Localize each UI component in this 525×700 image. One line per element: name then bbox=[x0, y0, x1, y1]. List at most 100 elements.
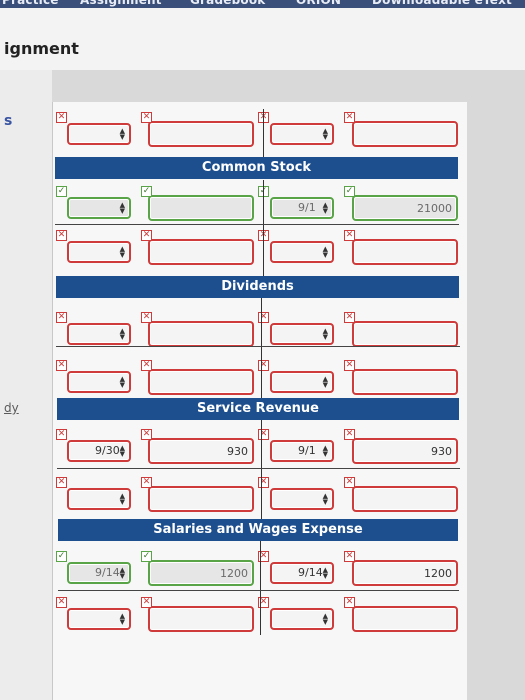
t-account-rule bbox=[261, 298, 262, 398]
side-link-fragment[interactable]: dy bbox=[4, 401, 19, 415]
date-select-right[interactable]: ▲ ▼ bbox=[270, 488, 334, 510]
amount-input-left[interactable]: 1200 bbox=[148, 560, 254, 586]
header-dividends: Dividends bbox=[56, 276, 459, 298]
amount-input-right[interactable]: 1200 bbox=[352, 560, 458, 586]
date-select-left[interactable]: 9/30 ▲ ▼ bbox=[67, 440, 131, 462]
tab-practice[interactable]: Practice bbox=[2, 0, 59, 8]
cross-icon-left-date: ✕ bbox=[56, 112, 67, 123]
cross-icon-left-amount: ✕ bbox=[141, 230, 152, 241]
date-select-right[interactable]: ▲ ▼ bbox=[270, 323, 334, 345]
date-select-right-value: 9/1 bbox=[298, 444, 316, 457]
date-select-right-value: 9/1 bbox=[298, 201, 316, 214]
amount-input-right[interactable] bbox=[352, 606, 458, 632]
cross-icon-left-amount: ✕ bbox=[141, 312, 152, 323]
select-arrows-icon: ▲ ▼ bbox=[119, 327, 125, 341]
select-arrows-icon: ▲ ▼ bbox=[322, 127, 328, 141]
amount-input-right[interactable] bbox=[352, 239, 458, 265]
amount-input-left[interactable] bbox=[148, 321, 254, 347]
cross-icon-left-amount: ✕ bbox=[141, 597, 152, 608]
date-select-left[interactable]: ▲ ▼ bbox=[67, 323, 131, 345]
date-select-right[interactable]: ▲ ▼ bbox=[270, 608, 334, 630]
select-arrows-icon: ▲ ▼ bbox=[119, 612, 125, 626]
date-select-right[interactable]: 9/1 ▲ ▼ bbox=[270, 197, 334, 219]
date-select-left[interactable]: ▲ ▼ bbox=[67, 488, 131, 510]
amount-input-left-value: 930 bbox=[227, 445, 248, 458]
tab-downloadable-etext[interactable]: Downloadable eText bbox=[372, 0, 512, 8]
cross-icon-left-amount: ✕ bbox=[141, 429, 152, 440]
cross-icon-left-date: ✕ bbox=[56, 429, 67, 440]
cross-icon-right-amount: ✕ bbox=[344, 112, 355, 123]
cross-icon-right-amount: ✕ bbox=[344, 551, 355, 562]
cross-icon-right-date: ✕ bbox=[258, 429, 269, 440]
amount-input-right[interactable]: 21000 bbox=[352, 195, 458, 221]
date-select-left[interactable]: ▲ ▼ bbox=[67, 123, 131, 145]
t-account-rule bbox=[56, 346, 460, 347]
select-arrows-icon: ▲ ▼ bbox=[119, 444, 125, 458]
check-icon-left-amount: ✓ bbox=[141, 186, 152, 197]
amount-input-left[interactable] bbox=[148, 239, 254, 265]
date-select-right[interactable]: 9/1 ▲ ▼ bbox=[270, 440, 334, 462]
date-select-left[interactable]: ▲ ▼ bbox=[67, 608, 131, 630]
t-account-rule bbox=[261, 420, 262, 519]
select-arrows-icon: ▲ ▼ bbox=[322, 444, 328, 458]
date-select-right[interactable]: ▲ ▼ bbox=[270, 123, 334, 145]
check-icon-left-amount: ✓ bbox=[141, 551, 152, 562]
cross-icon-right-date: ✕ bbox=[258, 312, 269, 323]
cross-icon-left-amount: ✕ bbox=[141, 477, 152, 488]
tab-assignment[interactable]: Assignment bbox=[80, 0, 162, 8]
date-select-right-value: 9/14 bbox=[298, 566, 323, 579]
cross-icon-left-date: ✕ bbox=[56, 360, 67, 371]
cross-icon-left-date: ✕ bbox=[56, 312, 67, 323]
tab-orion[interactable]: ORION bbox=[296, 0, 341, 8]
amount-input-left-value: 1200 bbox=[220, 567, 248, 580]
select-arrows-icon: ▲ ▼ bbox=[119, 566, 125, 580]
cross-icon-left-date: ✕ bbox=[56, 597, 67, 608]
amount-input-left[interactable]: 930 bbox=[148, 438, 254, 464]
amount-input-right[interactable] bbox=[352, 321, 458, 347]
date-select-left[interactable]: ▲ ▼ bbox=[67, 197, 131, 219]
date-select-left[interactable]: ▲ ▼ bbox=[67, 371, 131, 393]
left-column bbox=[0, 70, 52, 700]
select-arrows-icon: ▲ ▼ bbox=[322, 375, 328, 389]
date-select-left-value: 9/30 bbox=[95, 444, 120, 457]
t-account-rule bbox=[55, 224, 459, 225]
date-select-left[interactable]: 9/14 ▲ ▼ bbox=[67, 562, 131, 584]
select-arrows-icon: ▲ ▼ bbox=[119, 492, 125, 506]
date-select-right[interactable]: 9/14 ▲ ▼ bbox=[270, 562, 334, 584]
select-arrows-icon: ▲ ▼ bbox=[322, 612, 328, 626]
amount-input-right[interactable] bbox=[352, 486, 458, 512]
check-icon-left-date: ✓ bbox=[56, 551, 67, 562]
title-bar: ignment bbox=[0, 8, 525, 70]
cross-icon-left-date: ✕ bbox=[56, 477, 67, 488]
select-arrows-icon: ▲ ▼ bbox=[119, 375, 125, 389]
date-select-left[interactable]: ▲ ▼ bbox=[67, 241, 131, 263]
amount-input-left[interactable] bbox=[148, 369, 254, 395]
date-select-left-value: 9/14 bbox=[95, 566, 120, 579]
amount-input-right[interactable]: 930 bbox=[352, 438, 458, 464]
date-select-right[interactable]: ▲ ▼ bbox=[270, 241, 334, 263]
cross-icon-right-amount: ✕ bbox=[344, 312, 355, 323]
select-arrows-icon: ▲ ▼ bbox=[322, 201, 328, 215]
tab-gradebook[interactable]: Gradebook bbox=[190, 0, 265, 8]
amount-input-left[interactable] bbox=[148, 606, 254, 632]
amount-input-left[interactable] bbox=[148, 486, 254, 512]
amount-input-left[interactable] bbox=[148, 121, 254, 147]
amount-input-left[interactable] bbox=[148, 195, 254, 221]
check-icon-right-amount: ✓ bbox=[344, 186, 355, 197]
cross-icon-left-amount: ✕ bbox=[141, 360, 152, 371]
check-icon-left-date: ✓ bbox=[56, 186, 67, 197]
amount-input-right[interactable] bbox=[352, 369, 458, 395]
cross-icon-right-amount: ✕ bbox=[344, 597, 355, 608]
amount-input-right[interactable] bbox=[352, 121, 458, 147]
top-nav: Practice Assignment Gradebook ORION Down… bbox=[0, 0, 525, 8]
cross-icon-right-date: ✕ bbox=[258, 360, 269, 371]
select-arrows-icon: ▲ ▼ bbox=[119, 245, 125, 259]
header-service-revenue: Service Revenue bbox=[57, 398, 459, 420]
select-arrows-icon: ▲ ▼ bbox=[322, 566, 328, 580]
amount-input-right-value: 930 bbox=[431, 445, 452, 458]
select-arrows-icon: ▲ ▼ bbox=[119, 201, 125, 215]
cross-icon-left-amount: ✕ bbox=[141, 112, 152, 123]
select-arrows-icon: ▲ ▼ bbox=[119, 127, 125, 141]
header-salaries-wages-expense: Salaries and Wages Expense bbox=[58, 519, 458, 541]
date-select-right[interactable]: ▲ ▼ bbox=[270, 371, 334, 393]
